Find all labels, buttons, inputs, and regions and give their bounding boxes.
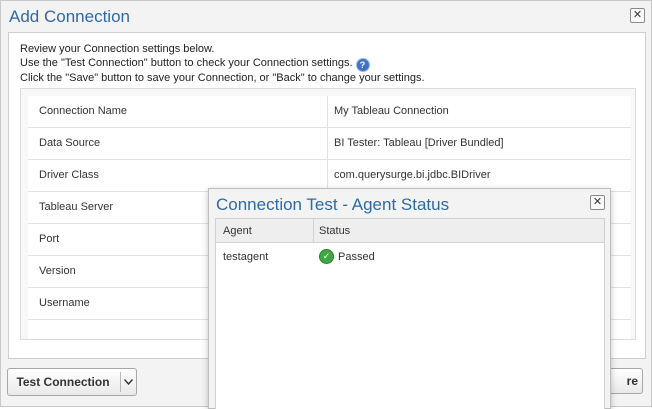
agent-status-grid: Agent Status testagent ✓ Passed [215, 218, 605, 409]
setting-label: Driver Class [39, 169, 99, 181]
column-divider [327, 96, 328, 127]
setting-value: BI Tester: Tableau [Driver Bundled] [334, 137, 504, 149]
setting-label: Username [39, 297, 90, 309]
check-circle-icon: ✓ [320, 250, 333, 263]
grid-header: Agent Status [216, 219, 604, 243]
agent-name: testagent [223, 251, 269, 263]
setting-label: Data Source [39, 137, 101, 149]
table-row: Data Source BI Tester: Tableau [Driver B… [28, 128, 631, 160]
close-icon[interactable]: ✕ [630, 8, 645, 23]
setting-label: Port [39, 233, 60, 245]
setting-label: Version [39, 265, 76, 277]
connection-test-title: Connection Test - Agent Status [216, 195, 450, 214]
column-divider [327, 128, 328, 159]
table-row: Connection Name My Tableau Connection [28, 96, 631, 128]
intro-line-text: Use the "Test Connection" button to chec… [20, 57, 353, 69]
intro-line: Click the "Save" button to save your Con… [20, 72, 425, 84]
setting-value: com.querysurge.bi.jdbc.BIDriver [334, 169, 491, 181]
close-icon[interactable]: ✕ [590, 195, 605, 210]
column-divider [313, 219, 314, 242]
save-button-label: re [626, 374, 638, 388]
setting-value: My Tableau Connection [334, 105, 449, 117]
help-icon[interactable]: ? [356, 59, 369, 71]
column-divider [327, 160, 328, 191]
column-header-agent[interactable]: Agent [223, 225, 252, 237]
intro-text: Review your Connection settings below. U… [20, 42, 425, 85]
setting-label: Tableau Server [39, 201, 113, 213]
chevron-down-icon[interactable] [121, 369, 136, 395]
agent-status: ✓ Passed [320, 250, 375, 263]
dialog-title: Add Connection [9, 7, 130, 26]
column-header-status[interactable]: Status [319, 225, 350, 237]
status-text: Passed [338, 250, 375, 263]
test-connection-split-button: Test Connection [7, 368, 137, 396]
connection-test-dialog: Connection Test - Agent Status ✕ Agent S… [208, 188, 611, 409]
intro-line: Use the "Test Connection" button to chec… [20, 56, 425, 71]
test-connection-button[interactable]: Test Connection [8, 369, 118, 395]
setting-label: Connection Name [39, 105, 128, 117]
intro-line: Review your Connection settings below. [20, 43, 215, 55]
